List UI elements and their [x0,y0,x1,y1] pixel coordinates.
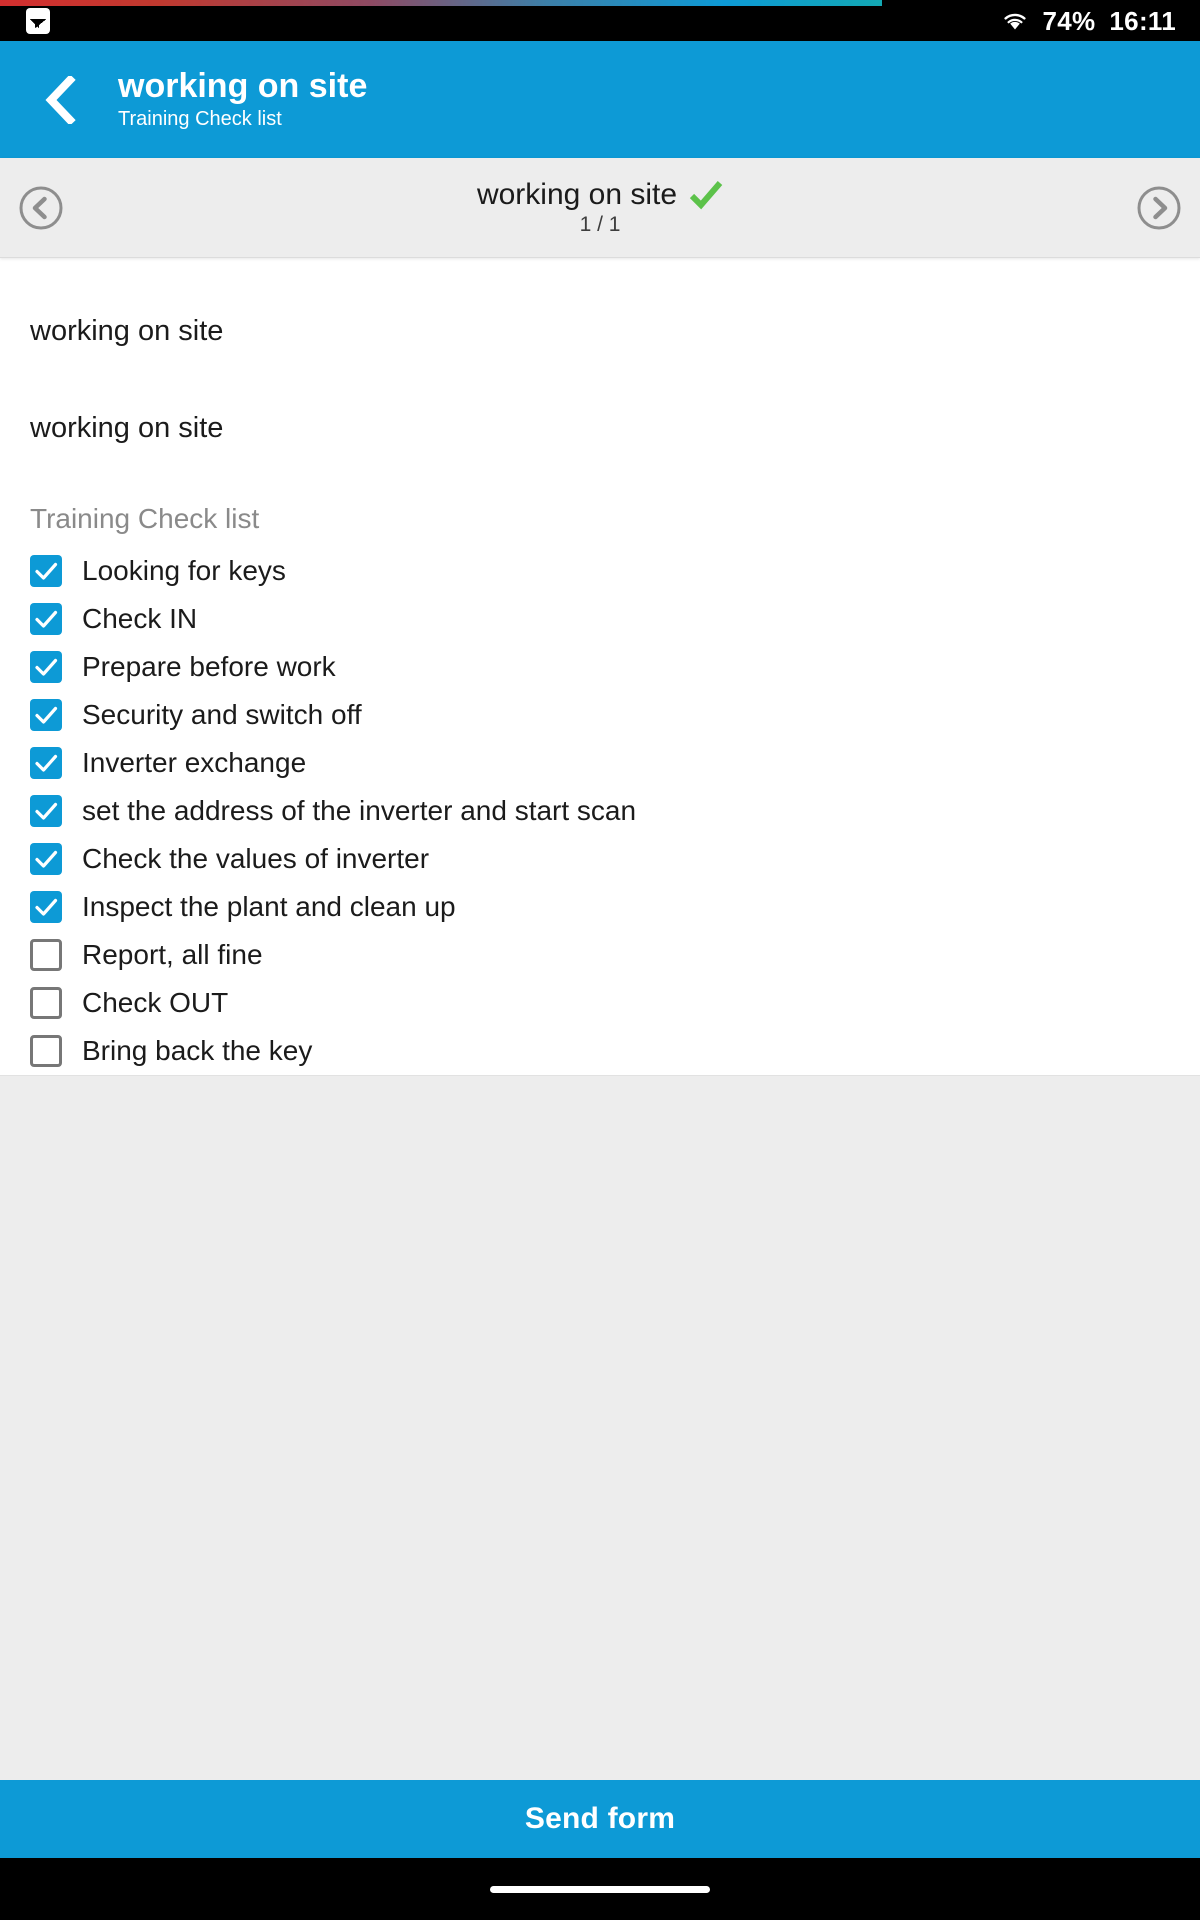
checklist-item-label: Inspect the plant and clean up [82,891,456,923]
checklist-item-label: Looking for keys [82,555,286,587]
wifi-icon [1002,10,1028,32]
checklist-item-label: Check OUT [82,987,229,1019]
battery-percent: 74% [1042,5,1096,36]
app-screen: 74% 16:11 working on site Training Check… [0,0,1200,1920]
checkbox-checked-icon[interactable] [30,555,62,588]
pager-bar: working on site 1 / 1 [0,158,1200,258]
app-bar-texts: working on site Training Check list [118,66,368,131]
checkbox-checked-icon[interactable] [30,891,62,924]
prev-page-button[interactable] [18,185,64,231]
home-indicator[interactable] [490,1885,710,1893]
pager-title-row: working on site [477,178,723,211]
checklist-item-label: Inverter exchange [82,747,307,779]
send-form-button[interactable]: Send form [0,1780,1200,1858]
form-section-label: working on site [30,315,224,347]
checklist-item-label: set the address of the inverter and star… [82,795,637,827]
checkbox-unchecked-icon[interactable] [30,987,62,1020]
green-check-icon [689,180,723,210]
checkbox-checked-icon[interactable] [30,747,62,780]
system-nav-bar [0,1858,1200,1920]
checklist-item-label: Check the values of inverter [82,843,430,875]
content-filler [0,1075,1200,1780]
checklist-row[interactable]: Report, all fine [30,931,1170,979]
back-chevron-icon [45,75,76,124]
checklist-item-label: Security and switch off [82,699,362,731]
top-progress-strip [0,0,882,6]
checklist-row[interactable]: Security and switch off [30,691,1170,739]
checklist-row[interactable]: Prepare before work [30,643,1170,691]
checklist-item-label: Report, all fine [82,939,263,971]
checkbox-checked-icon[interactable] [30,795,62,828]
checkbox-unchecked-icon[interactable] [30,1035,62,1068]
status-bar-left [26,7,50,34]
next-page-button[interactable] [1136,185,1182,231]
checklist-row[interactable]: Check the values of inverter [30,835,1170,883]
checkbox-checked-icon[interactable] [30,651,62,684]
page-subtitle: Training Check list [118,108,282,131]
checklist: Looking for keys Check IN Prepare before w… [30,547,1170,1075]
checklist-row[interactable]: Looking for keys [30,547,1170,595]
checkbox-unchecked-icon[interactable] [30,939,62,972]
checklist-row[interactable]: Inverter exchange [30,739,1170,787]
checklist-row[interactable]: set the address of the inverter and star… [30,787,1170,835]
checklist-item-label: Prepare before work [82,651,336,683]
pager-title: working on site [476,178,678,212]
form-section-value: working on site [30,411,224,444]
pager-counter: 1 / 1 [579,213,621,237]
chevron-left-circle-icon [19,186,63,229]
checkbox-checked-icon[interactable] [30,699,62,732]
checklist-item-label: Bring back the key [82,1035,313,1067]
chevron-right-circle-icon [1137,186,1181,229]
status-bar: 74% 16:11 [0,0,1200,41]
checklist-row[interactable]: Inspect the plant and clean up [30,883,1170,931]
clock: 16:11 [1109,5,1176,36]
screenshot-image-icon [26,7,50,34]
checklist-row[interactable]: Check IN [30,595,1170,643]
page-title: working on site [118,66,368,105]
checklist-item-label: Check IN [82,603,198,635]
status-bar-right: 74% 16:11 [1002,8,1176,34]
checklist-row[interactable]: Check OUT [30,979,1170,1027]
form-content: working on site working on site Training… [0,258,1200,1076]
checklist-row[interactable]: Bring back the key [30,1027,1170,1075]
checkbox-checked-icon[interactable] [30,843,62,876]
checkbox-checked-icon[interactable] [30,603,62,636]
app-bar: working on site Training Check list [0,41,1200,158]
pager-center: working on site 1 / 1 [64,178,1136,236]
checklist-group-title: Training Check list [30,502,260,534]
back-button[interactable] [30,70,90,130]
